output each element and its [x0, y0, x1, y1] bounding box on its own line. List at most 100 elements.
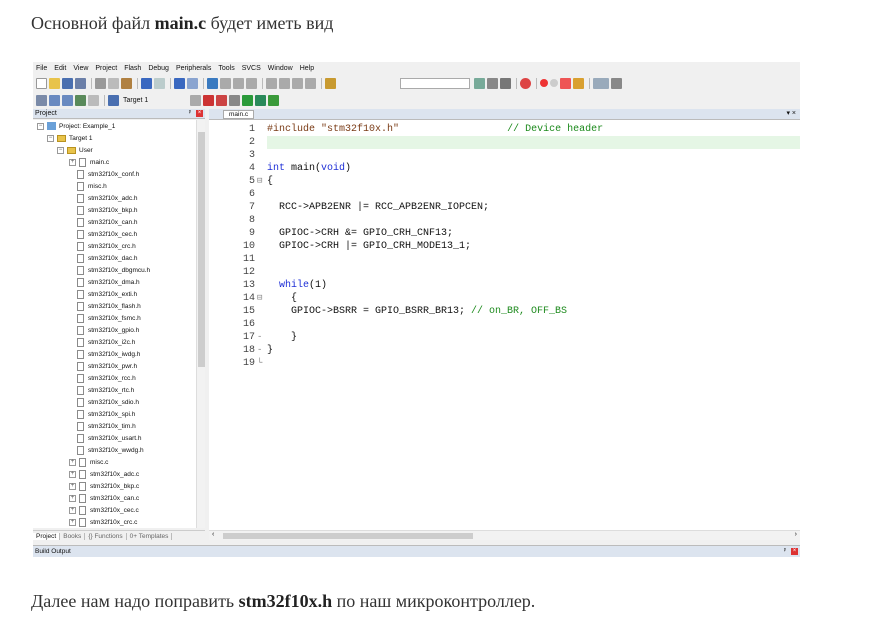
- configure-icon[interactable]: [611, 77, 622, 89]
- menu-item-svcs[interactable]: SVCS: [242, 65, 261, 72]
- menu-item-flash[interactable]: Flash: [124, 65, 141, 72]
- tree-item[interactable]: stm32f10x_rtc.h: [77, 384, 134, 396]
- tree-item[interactable]: stm32f10x_cec.h: [77, 228, 137, 240]
- file-extensions-icon[interactable]: [229, 94, 241, 106]
- fold-marker-icon[interactable]: -: [257, 344, 262, 357]
- options-for-target-icon[interactable]: [203, 94, 215, 106]
- clear-bookmarks-icon[interactable]: [246, 77, 257, 89]
- tree-item[interactable]: stm32f10x_sdio.h: [77, 396, 139, 408]
- collapse-icon[interactable]: −: [47, 134, 54, 142]
- code-line[interactable]: [267, 149, 800, 162]
- code-line[interactable]: }: [267, 331, 800, 344]
- expand-icon[interactable]: +: [69, 494, 76, 502]
- code-line[interactable]: GPIOC->CRH &= GPIO_CRH_CNF13;: [267, 227, 800, 240]
- incremental-find-icon[interactable]: [474, 77, 485, 89]
- find-icon[interactable]: [487, 77, 498, 89]
- select-software-packs-icon[interactable]: [255, 94, 267, 106]
- prev-bookmark-icon[interactable]: [220, 77, 231, 89]
- manage-run-time-icon[interactable]: [268, 94, 280, 106]
- code-line[interactable]: GPIOC->CRH |= GPIO_CRH_MODE13_1;: [267, 240, 800, 253]
- code-area[interactable]: #include "stm32f10x.h" // Device header i…: [265, 120, 800, 530]
- tree-item[interactable]: stm32f10x_gpio.h: [77, 324, 139, 336]
- nav-back-icon[interactable]: [174, 77, 185, 89]
- tree-item[interactable]: − User: [57, 144, 93, 156]
- stop-build-icon[interactable]: [88, 94, 99, 106]
- tree-scrollbar[interactable]: [196, 120, 205, 528]
- code-line[interactable]: while(1): [267, 279, 800, 292]
- code-line[interactable]: [267, 266, 800, 279]
- tree-item[interactable]: + stm32f10x_adc.c: [69, 468, 139, 480]
- tree-item[interactable]: stm32f10x_pwr.h: [77, 360, 137, 372]
- copy-icon[interactable]: [108, 77, 119, 89]
- code-line[interactable]: [267, 357, 800, 370]
- undo-icon[interactable]: [141, 77, 152, 89]
- project-tab[interactable]: 0+ Templates: [127, 532, 173, 540]
- code-line[interactable]: [267, 318, 800, 331]
- tab-controls[interactable]: ▾ ×: [786, 109, 796, 117]
- fold-marker-icon[interactable]: ⊟: [257, 175, 262, 188]
- fold-marker-icon[interactable]: -: [257, 331, 262, 344]
- code-line[interactable]: [267, 253, 800, 266]
- scroll-thumb[interactable]: [223, 533, 473, 539]
- tree-item[interactable]: stm32f10x_dma.h: [77, 276, 140, 288]
- open-folder-icon[interactable]: [49, 77, 60, 89]
- tree-item[interactable]: − Target 1: [47, 132, 93, 144]
- bookmark-icon[interactable]: [207, 77, 218, 89]
- next-bookmark-icon[interactable]: [233, 77, 244, 89]
- tree-item[interactable]: + main.c: [69, 156, 109, 168]
- code-line[interactable]: RCC->APB2ENR |= RCC_APB2ENR_IOPCEN;: [267, 201, 800, 214]
- zoom-icon[interactable]: [520, 77, 531, 89]
- project-tab[interactable]: {} Functions: [85, 532, 127, 540]
- manage-components-icon[interactable]: [216, 94, 228, 106]
- menu-item-window[interactable]: Window: [268, 65, 293, 72]
- tree-item[interactable]: stm32f10x_tim.h: [77, 420, 136, 432]
- debug-session-icon[interactable]: [500, 77, 511, 89]
- tree-item[interactable]: stm32f10x_rcc.h: [77, 372, 136, 384]
- code-line[interactable]: {: [267, 292, 800, 305]
- code-line[interactable]: [267, 188, 800, 201]
- tree-item[interactable]: stm32f10x_iwdg.h: [77, 348, 140, 360]
- window-layout-icon[interactable]: [593, 77, 609, 89]
- fold-marker-icon[interactable]: ⊟: [257, 292, 262, 305]
- expand-icon[interactable]: +: [69, 518, 76, 526]
- code-editor[interactable]: 1 2 3 4 5 ⊟ 6 7 8 9 10 11 12 13 14 ⊟ 15 16 17-18-19 └ #incl…: [209, 120, 800, 530]
- code-line[interactable]: GPIOC->BSRR = GPIO_BSRR_BR13; // on_BR, …: [267, 305, 800, 318]
- scroll-left-icon[interactable]: ‹: [212, 531, 214, 538]
- code-line[interactable]: #include "stm32f10x.h" // Device header: [267, 123, 800, 136]
- unindent-icon[interactable]: [279, 77, 290, 89]
- project-tab[interactable]: Books: [60, 532, 86, 540]
- pin-icon[interactable]: ᵖ: [189, 110, 191, 116]
- uncomment-icon[interactable]: [305, 77, 316, 89]
- menu-item-view[interactable]: View: [73, 65, 88, 72]
- tree-item[interactable]: stm32f10x_adc.h: [77, 192, 138, 204]
- download-icon[interactable]: [108, 94, 119, 106]
- translate-icon[interactable]: [36, 94, 47, 106]
- expand-icon[interactable]: +: [69, 458, 76, 466]
- menu-item-edit[interactable]: Edit: [54, 65, 66, 72]
- menu-item-project[interactable]: Project: [95, 65, 117, 72]
- tree-item[interactable]: − Project: Example_1: [37, 120, 115, 132]
- menu-item-file[interactable]: File: [36, 65, 47, 72]
- tree-item[interactable]: stm32f10x_fsmc.h: [77, 312, 141, 324]
- editor-horizontal-scrollbar[interactable]: ‹ ›: [209, 530, 800, 540]
- tree-item[interactable]: stm32f10x_dbgmcu.h: [77, 264, 150, 276]
- code-line[interactable]: int main(void): [267, 162, 800, 175]
- tree-item[interactable]: + stm32f10x_can.c: [69, 492, 139, 504]
- run-icon[interactable]: [573, 77, 584, 89]
- tab-main-c[interactable]: main.c: [223, 110, 255, 119]
- menu-item-help[interactable]: Help: [300, 65, 314, 72]
- save-icon[interactable]: [62, 77, 73, 89]
- expand-icon[interactable]: +: [69, 482, 76, 490]
- target-select[interactable]: Target 1: [123, 97, 148, 104]
- rebuild-icon[interactable]: [62, 94, 73, 106]
- new-file-icon[interactable]: [36, 77, 47, 89]
- tree-item[interactable]: + stm32f10x_bkp.c: [69, 480, 139, 492]
- tree-item[interactable]: stm32f10x_usart.h: [77, 432, 141, 444]
- tree-item[interactable]: + stm32f10x_crc.c: [69, 516, 137, 528]
- tree-item[interactable]: + stm32f10x_cec.c: [69, 504, 139, 516]
- tree-item[interactable]: stm32f10x_i2c.h: [77, 336, 135, 348]
- tree-item[interactable]: stm32f10x_wwdg.h: [77, 444, 144, 456]
- pack-installer-icon[interactable]: [242, 94, 254, 106]
- code-line[interactable]: {: [267, 175, 800, 188]
- code-line[interactable]: }: [267, 344, 800, 357]
